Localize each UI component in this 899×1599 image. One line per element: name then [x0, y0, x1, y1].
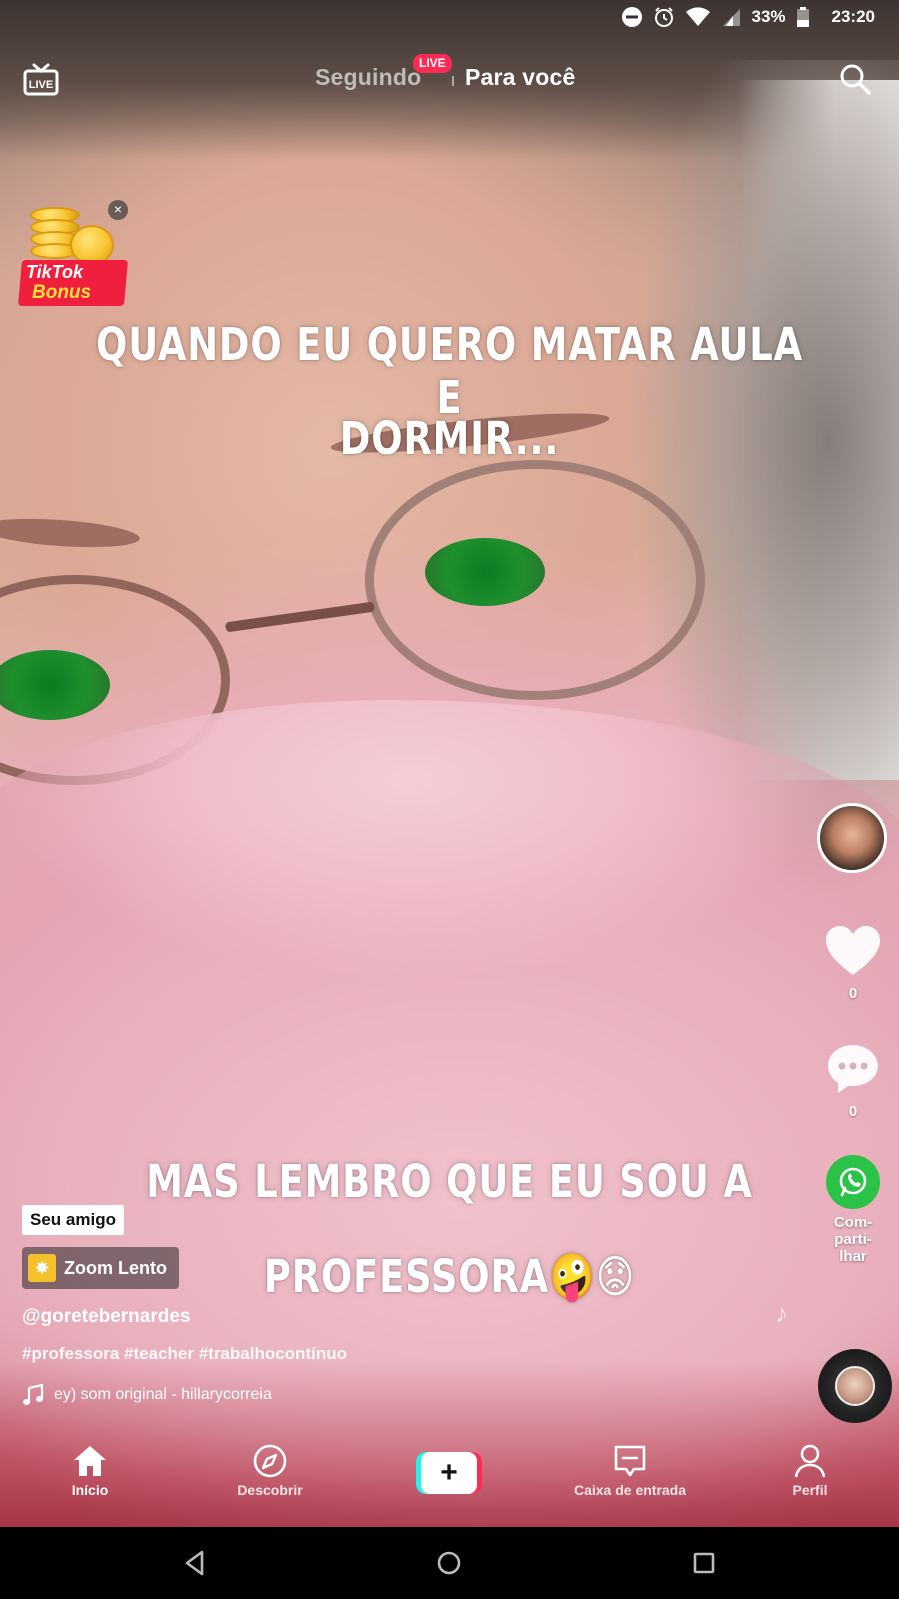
tab-for-you[interactable]: Para você — [465, 64, 576, 91]
tab-home-label: Início — [71, 1482, 109, 1498]
battery-percent: 33% — [751, 7, 786, 26]
music-note-icon — [23, 1384, 44, 1405]
tab-inbox[interactable]: Caixa de entrada — [565, 1444, 695, 1498]
back-icon[interactable] — [180, 1547, 212, 1579]
tab-discover[interactable]: Descobrir — [205, 1444, 335, 1498]
video-hashtags[interactable]: #professora #teacher #trabalhocontínuo — [22, 1344, 347, 1364]
bottom-tab-bar: Início Descobrir + Caixa de entrada Perf… — [0, 1430, 899, 1527]
tab-following[interactable]: Seguindo — [315, 64, 421, 91]
svg-text:LIVE: LIVE — [29, 79, 53, 91]
tiktok-bonus-widget[interactable]: TikTok Bonus — [17, 205, 130, 310]
caption-line-2: DORMIR... — [339, 412, 560, 465]
whatsapp-icon — [826, 1155, 880, 1209]
tab-separator — [452, 76, 454, 86]
compass-icon — [253, 1444, 287, 1478]
comment-button[interactable]: 0 — [820, 1043, 886, 1120]
do-not-disturb-icon — [622, 7, 643, 27]
comment-icon — [828, 1045, 878, 1093]
creator-avatar[interactable] — [817, 803, 887, 873]
create-button[interactable]: + — [416, 1452, 482, 1494]
bonus-subtitle: Bonus — [32, 282, 92, 303]
person-icon — [794, 1444, 826, 1478]
zoom-effect-icon: ✸ — [28, 1254, 56, 1282]
tab-inbox-label: Caixa de entrada — [573, 1482, 687, 1498]
effect-tag[interactable]: ✸ Zoom Lento — [22, 1247, 179, 1289]
video-glasses-bridge — [225, 601, 375, 633]
tab-discover-label: Descobrir — [237, 1482, 303, 1498]
video-frame[interactable]: QUANDO EU QUERO MATAR AULA E DORMIR... M… — [0, 0, 899, 1527]
live-button[interactable]: LIVE — [22, 60, 60, 98]
home-circle-icon[interactable] — [433, 1547, 465, 1579]
clock: 23:20 — [831, 7, 875, 26]
share-button[interactable]: Com- parti- lhar — [820, 1155, 886, 1265]
comment-count: 0 — [848, 1103, 858, 1120]
live-tv-icon: LIVE — [23, 63, 59, 96]
battery-icon — [796, 7, 809, 27]
bonus-close-button[interactable]: × — [108, 200, 128, 220]
recents-icon[interactable] — [688, 1547, 720, 1579]
share-label-3: lhar — [839, 1248, 867, 1265]
caption-line-4: PROFESSORA🤪😟 — [263, 1250, 636, 1303]
tab-profile-label: Perfil — [792, 1482, 828, 1498]
caption-line-1: QUANDO EU QUERO MATAR AULA E — [96, 318, 803, 424]
top-nav: LIVE Seguindo LIVE Para você — [0, 48, 899, 108]
creator-username[interactable]: @goretebernardes — [22, 1306, 190, 1328]
sound-title: ey) som original - hillarycorreia — [54, 1386, 272, 1403]
sound-disc-cover — [835, 1366, 875, 1406]
friend-tag: Seu amigo — [22, 1205, 124, 1235]
search-icon — [840, 64, 871, 95]
heart-icon — [826, 926, 880, 975]
effect-label: Zoom Lento — [64, 1257, 167, 1278]
share-label-2: parti- — [834, 1231, 872, 1248]
like-button[interactable]: 0 — [820, 925, 886, 1002]
sound-disc[interactable] — [818, 1349, 892, 1423]
signal-icon — [723, 9, 741, 26]
wifi-icon — [686, 7, 711, 26]
plus-icon: + — [421, 1452, 477, 1494]
floating-music-note-icon: ♪ — [775, 1298, 788, 1328]
share-label-1: Com- — [833, 1214, 873, 1231]
live-badge: LIVE — [413, 54, 452, 73]
sound-info[interactable]: ey) som original - hillarycorreia — [22, 1384, 299, 1406]
tab-profile[interactable]: Perfil — [745, 1444, 875, 1498]
search-button[interactable] — [838, 62, 872, 96]
home-icon — [74, 1446, 106, 1476]
tab-home[interactable]: Início — [25, 1444, 155, 1498]
inbox-icon — [614, 1445, 646, 1477]
bonus-title: TikTok — [26, 262, 84, 282]
caption-line-3: MAS LEMBRO QUE EU SOU A — [146, 1155, 753, 1208]
video-glasses-right — [365, 460, 705, 700]
tiktok-coin-icon — [70, 225, 114, 265]
alarm-icon — [655, 7, 674, 27]
video-brow-left — [0, 514, 141, 552]
like-count: 0 — [848, 985, 858, 1002]
status-bar: 33% 23:20 — [0, 0, 899, 38]
system-nav-bar — [0, 1527, 899, 1599]
